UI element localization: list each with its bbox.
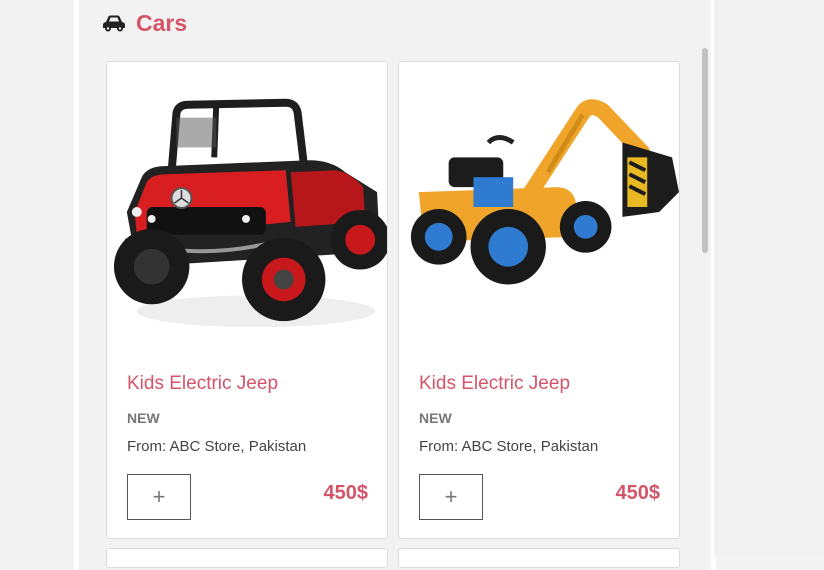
product-seller: From: ABC Store, Pakistan <box>127 438 307 455</box>
product-card[interactable]: Kids Electric Jeep NEW From: ABC Store, … <box>106 61 388 539</box>
add-to-cart-button[interactable]: + <box>127 474 191 520</box>
product-price: 450$ <box>323 482 369 504</box>
product-image-red-jeep[interactable] <box>107 62 387 352</box>
product-name[interactable]: Kids Electric Jeep <box>127 373 278 395</box>
section-header: Cars <box>102 8 187 38</box>
product-card-partial[interactable] <box>398 548 680 568</box>
car-icon <box>102 14 126 32</box>
product-price: 450$ <box>615 482 661 504</box>
page-margin <box>714 0 824 557</box>
product-card-partial[interactable] <box>106 548 388 568</box>
product-seller: From: ABC Store, Pakistan <box>419 438 599 455</box>
product-condition: NEW <box>419 410 452 426</box>
product-condition: NEW <box>127 410 160 426</box>
section-title: Cars <box>136 9 188 36</box>
add-to-cart-button[interactable]: + <box>419 474 483 520</box>
product-image-yellow-excavator[interactable] <box>399 62 679 352</box>
scrollbar-thumb[interactable] <box>702 48 708 253</box>
product-name[interactable]: Kids Electric Jeep <box>419 373 570 395</box>
product-card[interactable]: Kids Electric Jeep NEW From: ABC Store, … <box>398 61 680 539</box>
